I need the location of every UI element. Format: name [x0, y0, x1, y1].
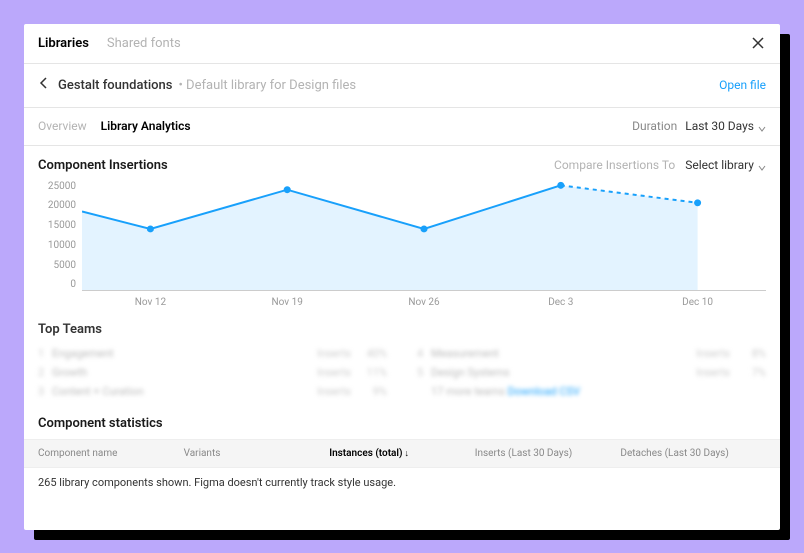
compare-label: Compare Insertions To	[554, 158, 675, 172]
chart-area: 25000 20000 15000 10000 5000 0 Nov 12Nov 19No…	[24, 177, 780, 308]
chevron-down-icon	[758, 122, 766, 130]
th-inserts[interactable]: Inserts (Last 30 Days)	[475, 448, 621, 459]
library-name: Gestalt foundations	[58, 78, 172, 93]
duration-label: Duration	[632, 119, 677, 133]
compare-dropdown[interactable]: Select library	[685, 158, 766, 172]
top-teams-section: Top Teams 1EngagementInserts40% 4Measurem…	[24, 308, 780, 404]
th-name[interactable]: Component name	[38, 448, 184, 459]
x-axis: Nov 12Nov 19Nov 26Dec 3Dec 10	[38, 291, 766, 308]
y-axis: 25000 20000 15000 10000 5000 0	[38, 181, 82, 291]
chart-plot	[82, 181, 766, 291]
x-tick: Nov 12	[82, 297, 219, 308]
subtab-bar: Overview Library Analytics Duration Last…	[24, 108, 780, 146]
y-tick: 0	[70, 279, 76, 290]
th-variants[interactable]: Variants	[184, 448, 330, 459]
team-row: 17 more teams Download CSV	[417, 385, 766, 398]
library-modal: Libraries Shared fonts Gestalt foundatio…	[24, 24, 780, 530]
y-tick: 20000	[48, 200, 76, 211]
chart-title: Component Insertions	[38, 158, 168, 173]
tab-shared-fonts[interactable]: Shared fonts	[107, 36, 181, 51]
x-tick: Dec 3	[492, 297, 629, 308]
y-tick: 25000	[48, 181, 76, 192]
team-row: 4MeasurementInserts8%	[417, 347, 766, 360]
subtab-analytics[interactable]: Library Analytics	[101, 119, 191, 133]
close-icon[interactable]	[750, 35, 766, 51]
stats-header: Component statistics	[24, 404, 780, 439]
chevron-down-icon	[758, 161, 766, 169]
duration-dropdown[interactable]: Last 30 Days	[685, 119, 766, 133]
team-row: 1EngagementInserts40%	[38, 347, 387, 360]
stats-table-header: Component name Variants Instances (total…	[24, 439, 780, 468]
open-file-link[interactable]: Open file	[719, 78, 766, 92]
tab-libraries[interactable]: Libraries	[38, 36, 89, 51]
top-teams-title: Top Teams	[38, 322, 766, 337]
footer-note: 265 library components shown. Figma does…	[24, 468, 780, 497]
th-detaches[interactable]: Detaches (Last 30 Days)	[620, 448, 766, 459]
x-tick: Nov 19	[219, 297, 356, 308]
team-row: 2GrowthInserts11%	[38, 366, 387, 379]
topbar: Libraries Shared fonts	[24, 24, 780, 64]
x-tick: Nov 26	[356, 297, 493, 308]
chart-header: Component Insertions Compare Insertions …	[24, 146, 780, 177]
th-instances[interactable]: Instances (total)↓	[329, 448, 475, 459]
subtab-overview[interactable]: Overview	[38, 119, 87, 133]
y-tick: 5000	[54, 260, 76, 271]
back-icon[interactable]	[38, 77, 58, 93]
team-row: 5Design SystemsInserts7%	[417, 366, 766, 379]
y-tick: 10000	[48, 240, 76, 251]
stats-title: Component statistics	[38, 416, 163, 431]
y-tick: 15000	[48, 220, 76, 231]
breadcrumb-bar: Gestalt foundations • Default library fo…	[24, 64, 780, 108]
sort-arrow-icon: ↓	[405, 449, 410, 459]
team-row: 3Content + CurationInserts9%	[38, 385, 387, 398]
x-tick: Dec 10	[629, 297, 766, 308]
library-desc: • Default library for Design files	[178, 78, 356, 93]
